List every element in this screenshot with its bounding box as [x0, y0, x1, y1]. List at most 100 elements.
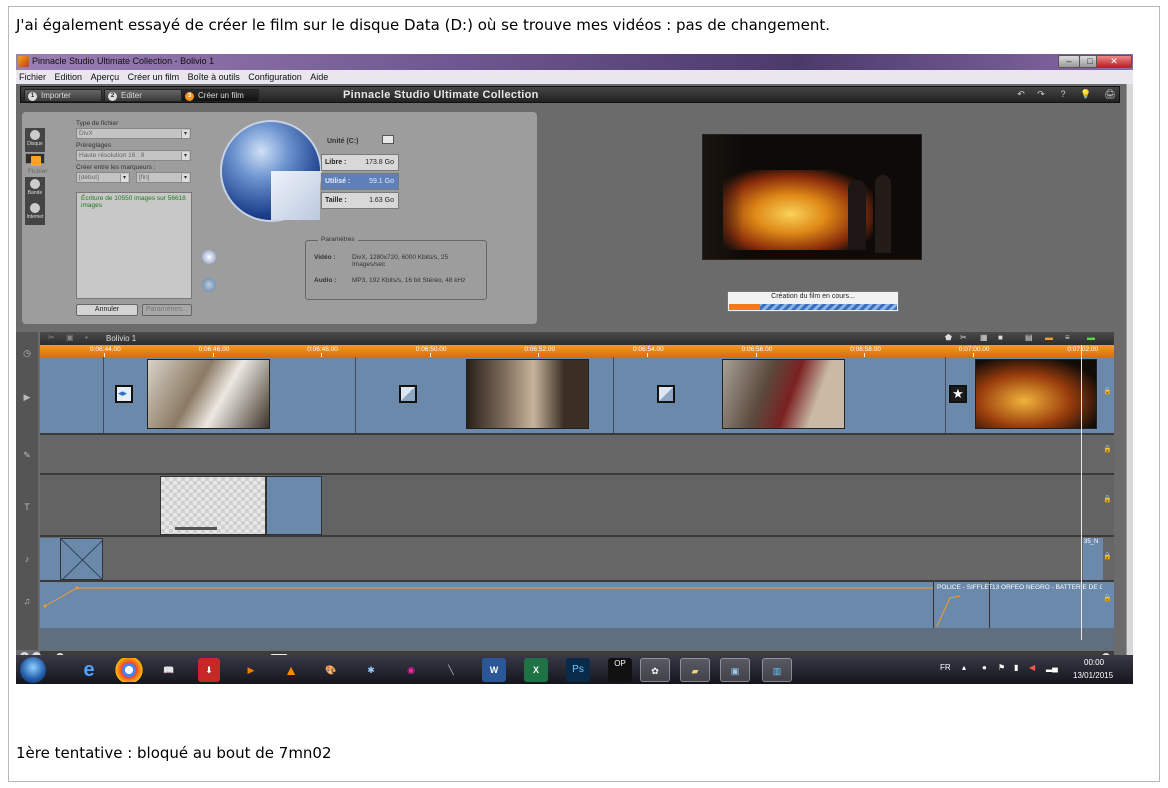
split-icon[interactable]: ▦	[980, 333, 988, 342]
volume-icon[interactable]: ◀	[1029, 663, 1035, 672]
excel-icon[interactable]: X	[524, 658, 548, 682]
media-player-icon[interactable]: ▶	[236, 658, 266, 682]
title-clip-extension[interactable]	[266, 476, 322, 535]
timeline-view-icon[interactable]: ▬	[1045, 333, 1053, 342]
transition-icon[interactable]	[657, 385, 675, 403]
ruler-label: 0:07:00.00	[958, 346, 990, 353]
folder-icon[interactable]	[382, 135, 394, 144]
bluetooth-icon[interactable]: ●	[982, 663, 987, 672]
music-clip-label-2[interactable]: 13 ORFEO NEGRO - BATTERIE DE CA	[992, 584, 1102, 591]
lock-icon[interactable]: 🔒	[1103, 552, 1112, 561]
scissors-icon[interactable]: ✂	[48, 333, 55, 342]
star-transition-icon[interactable]: ★	[949, 385, 967, 403]
menu-apercu[interactable]: Aperçu	[88, 70, 123, 84]
progress-text: Création du film en cours...	[771, 293, 855, 300]
menu-aide[interactable]: Aide	[307, 70, 331, 84]
folder-refresh-icon[interactable]	[202, 278, 216, 292]
app-icon-1[interactable]: 🎨	[316, 658, 346, 682]
cancel-button[interactable]: Annuler	[76, 304, 138, 316]
chrome-icon[interactable]	[114, 658, 144, 682]
video-clip-2[interactable]	[466, 359, 589, 429]
redo-icon[interactable]: ↷	[1034, 89, 1048, 101]
marker-start-select[interactable]: [début] ▾	[76, 172, 130, 183]
word-icon[interactable]: W	[482, 658, 506, 682]
app-icon-3[interactable]: ◉	[396, 658, 426, 682]
delete-icon[interactable]: ■	[998, 333, 1003, 342]
explorer-icon[interactable]: ▰	[680, 658, 710, 682]
transition-icon[interactable]: ◂▸	[115, 385, 133, 403]
audio-clip-end[interactable]: 35_N	[1083, 538, 1103, 580]
display-icon[interactable]: ▣	[720, 658, 750, 682]
lock-icon[interactable]: 🔒	[1103, 445, 1112, 454]
track-icon-column: ◷ ▶ ✎ T ♪ ♫	[16, 332, 38, 650]
text-view-icon[interactable]: ≡	[1065, 333, 1070, 342]
params-button[interactable]: Paramètres...	[142, 304, 192, 316]
undo-icon[interactable]: ↶	[1014, 89, 1028, 101]
video-clip-4[interactable]	[975, 359, 1097, 429]
ie-icon[interactable]: e	[74, 658, 104, 682]
video-label: Vidéo :	[314, 254, 336, 261]
microphone-icon[interactable]: ╲	[436, 658, 466, 682]
ruler-label: 0:06:58.00	[850, 346, 881, 353]
sidetab-disque[interactable]: Disque	[25, 128, 45, 152]
menu-creer-un-film[interactable]: Créer un film	[125, 70, 183, 84]
book-icon[interactable]: 📖	[154, 658, 184, 682]
sidetab-fichier[interactable]: Fichier	[25, 153, 48, 175]
flag-icon[interactable]: ⚑	[998, 663, 1005, 672]
menu-edition[interactable]: Edition	[52, 70, 86, 84]
close-button[interactable]: ✕	[1096, 55, 1132, 68]
tip-icon[interactable]: 💡	[1079, 89, 1093, 101]
camera-icon[interactable]: 🖨	[1103, 89, 1117, 101]
menu-bar: Fichier Edition Aperçu Créer un film Boî…	[16, 70, 1133, 84]
window-vertical-scrollbar[interactable]	[1126, 84, 1133, 684]
menu-configuration[interactable]: Configuration	[245, 70, 305, 84]
remote-icon[interactable]: ▥	[762, 658, 792, 682]
menu-fichier[interactable]: Fichier	[16, 70, 49, 84]
marker-icon[interactable]: ⬟	[945, 333, 952, 342]
ruler-label: 0:06:50.00	[415, 346, 447, 353]
playhead[interactable]	[1081, 345, 1082, 640]
clock-date[interactable]: 13/01/2015	[1073, 671, 1113, 680]
mode-tabbar: 1 Importer 2 Editer 3 Créer un film Pinnacl…	[20, 86, 1120, 103]
help-icon[interactable]: ?	[1056, 89, 1070, 101]
lock-icon[interactable]: ▪	[85, 333, 88, 342]
file-type-select[interactable]: DivX ▾	[76, 128, 191, 139]
marker-end-select[interactable]: [fin] ▾	[136, 172, 191, 183]
title-clip[interactable]	[160, 476, 266, 535]
music-clip-label-1[interactable]: POLICE - SIFFLET	[937, 584, 993, 591]
minimize-button[interactable]: –	[1058, 55, 1080, 68]
lock-icon[interactable]: 🔒	[1103, 387, 1112, 396]
network-icon[interactable]: ▂▄	[1046, 663, 1058, 672]
storyboard-icon[interactable]: ▤	[1025, 333, 1033, 342]
audio-meter-icon[interactable]: ▬	[1087, 333, 1095, 342]
pocket-icon[interactable]: ⬇	[198, 658, 220, 682]
media-icon[interactable]	[202, 250, 216, 264]
video-clip-3[interactable]	[722, 359, 845, 429]
app-icon-2[interactable]: ✱	[356, 658, 386, 682]
op-icon[interactable]: OP	[608, 658, 632, 682]
video-clip-1[interactable]	[147, 359, 270, 429]
sidetab-internet[interactable]: Internet	[25, 201, 45, 225]
language-indicator[interactable]: FR	[940, 663, 951, 672]
vlc-icon[interactable]: ▲	[276, 658, 306, 682]
sidetab-bande[interactable]: Bande	[25, 177, 45, 201]
tab-creer-un-film[interactable]: 3 Créer un film	[181, 89, 259, 102]
razor-icon[interactable]: ✂	[960, 333, 967, 342]
audio-clip-x[interactable]	[60, 538, 103, 580]
presets-select[interactable]: Haute résolution 16 : 9 ▾	[76, 150, 191, 161]
time-ruler[interactable]: 0:06:44.00 0:06:46.00 0:06:48.00 0:06:50.00…	[40, 345, 1114, 357]
start-button[interactable]	[20, 657, 46, 683]
tab-editer[interactable]: 2 Editer	[104, 89, 182, 102]
trash-icon[interactable]: ▣	[66, 333, 74, 342]
photoshop-icon[interactable]: Ps	[566, 658, 590, 682]
tray-expand-icon[interactable]: ▴	[962, 663, 966, 672]
menu-boite-a-outils[interactable]: Boîte à outils	[185, 70, 243, 84]
tab-importer[interactable]: 1 Importer	[24, 89, 102, 102]
lock-icon[interactable]: 🔒	[1103, 594, 1112, 603]
clock-time[interactable]: 00:00	[1084, 658, 1104, 667]
window-titlebar[interactable]: Pinnacle Studio Ultimate Collection - Bo…	[16, 54, 1133, 70]
lock-icon[interactable]: 🔒	[1103, 495, 1112, 504]
battery-icon[interactable]: ▮	[1014, 663, 1018, 672]
pinnacle-icon[interactable]: ✿	[640, 658, 670, 682]
transition-icon[interactable]	[399, 385, 417, 403]
